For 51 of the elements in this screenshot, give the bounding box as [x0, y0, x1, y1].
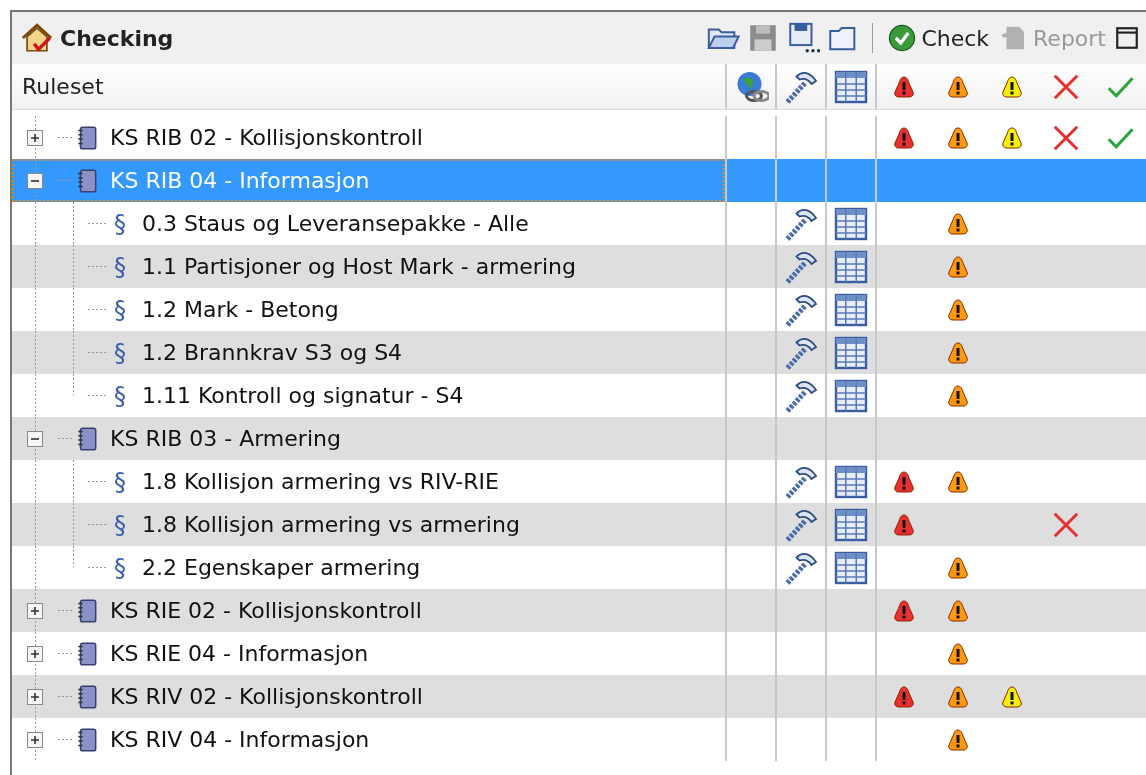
- tree-item-label[interactable]: KS RIV 04 - Informasjon: [110, 723, 370, 756]
- table-icon: [833, 549, 869, 586]
- window-title: Checking: [60, 24, 174, 53]
- expander-button[interactable]: [27, 602, 43, 619]
- tree-item-label[interactable]: 1.2 Mark - Betong: [142, 293, 339, 326]
- warning-icon: [946, 74, 970, 99]
- section-sign-icon: §: [114, 377, 126, 414]
- tree-item-label[interactable]: KS RIB 03 - Armering: [110, 422, 341, 455]
- section-sign-icon: §: [114, 205, 126, 242]
- save-as-icon[interactable]: [786, 21, 821, 55]
- critical-warning-icon: [892, 74, 916, 99]
- section-sign-icon: §: [114, 291, 126, 328]
- check-button[interactable]: Check: [885, 21, 992, 55]
- table-icon: [833, 334, 869, 371]
- plus-icon: [30, 605, 40, 616]
- table-icon: [833, 205, 869, 242]
- table-icon: [833, 463, 869, 500]
- expander-button[interactable]: [27, 731, 43, 748]
- plus-icon: [30, 648, 40, 659]
- table-icon: [833, 506, 869, 543]
- home-icon: [20, 21, 54, 55]
- section-sign-icon: §: [114, 549, 126, 586]
- expander-button[interactable]: [27, 430, 43, 447]
- check-circle-icon: [887, 23, 918, 53]
- tree-item-label[interactable]: 2.2 Egenskaper armering: [142, 551, 421, 584]
- tree-item-label[interactable]: 1.8 Kollisjon armering vs armering: [142, 508, 520, 541]
- table-icon: [833, 248, 869, 285]
- plus-icon: [30, 734, 40, 745]
- table-icon: [833, 68, 869, 105]
- tree-item-label[interactable]: KS RIE 04 - Informasjon: [110, 637, 369, 670]
- plus-icon: [30, 691, 40, 702]
- expander-button[interactable]: [27, 129, 43, 146]
- section-sign-icon: §: [114, 506, 126, 543]
- minor-warning-icon: [1000, 74, 1024, 99]
- table-icon: [833, 377, 869, 414]
- tree-item-label[interactable]: KS RIB 02 - Kollisjonskontroll: [110, 121, 423, 154]
- section-sign-icon: §: [114, 463, 126, 500]
- section-sign-icon: §: [114, 248, 126, 285]
- expander-button[interactable]: [27, 645, 43, 662]
- table-icon: [833, 291, 869, 328]
- tree-item-label[interactable]: 0.3 Staus og Leveransepakke - Alle: [142, 207, 529, 240]
- tree-item-label[interactable]: 1.1 Partisjoner og Host Mark - armering: [142, 250, 576, 283]
- expander-button[interactable]: [27, 172, 43, 189]
- tree-item-label[interactable]: 1.11 Kontroll og signatur - S4: [142, 379, 464, 412]
- column-header: Ruleset: [21, 73, 105, 101]
- expander-button[interactable]: [27, 688, 43, 705]
- section-sign-icon: §: [114, 334, 126, 371]
- maximize-icon[interactable]: [1114, 25, 1140, 51]
- plus-icon: [30, 132, 40, 143]
- tree-item-label[interactable]: 1.8 Kollisjon armering vs RIV-RIE: [142, 465, 499, 498]
- tree-item-label[interactable]: 1.2 Brannkrav S3 og S4: [142, 336, 403, 369]
